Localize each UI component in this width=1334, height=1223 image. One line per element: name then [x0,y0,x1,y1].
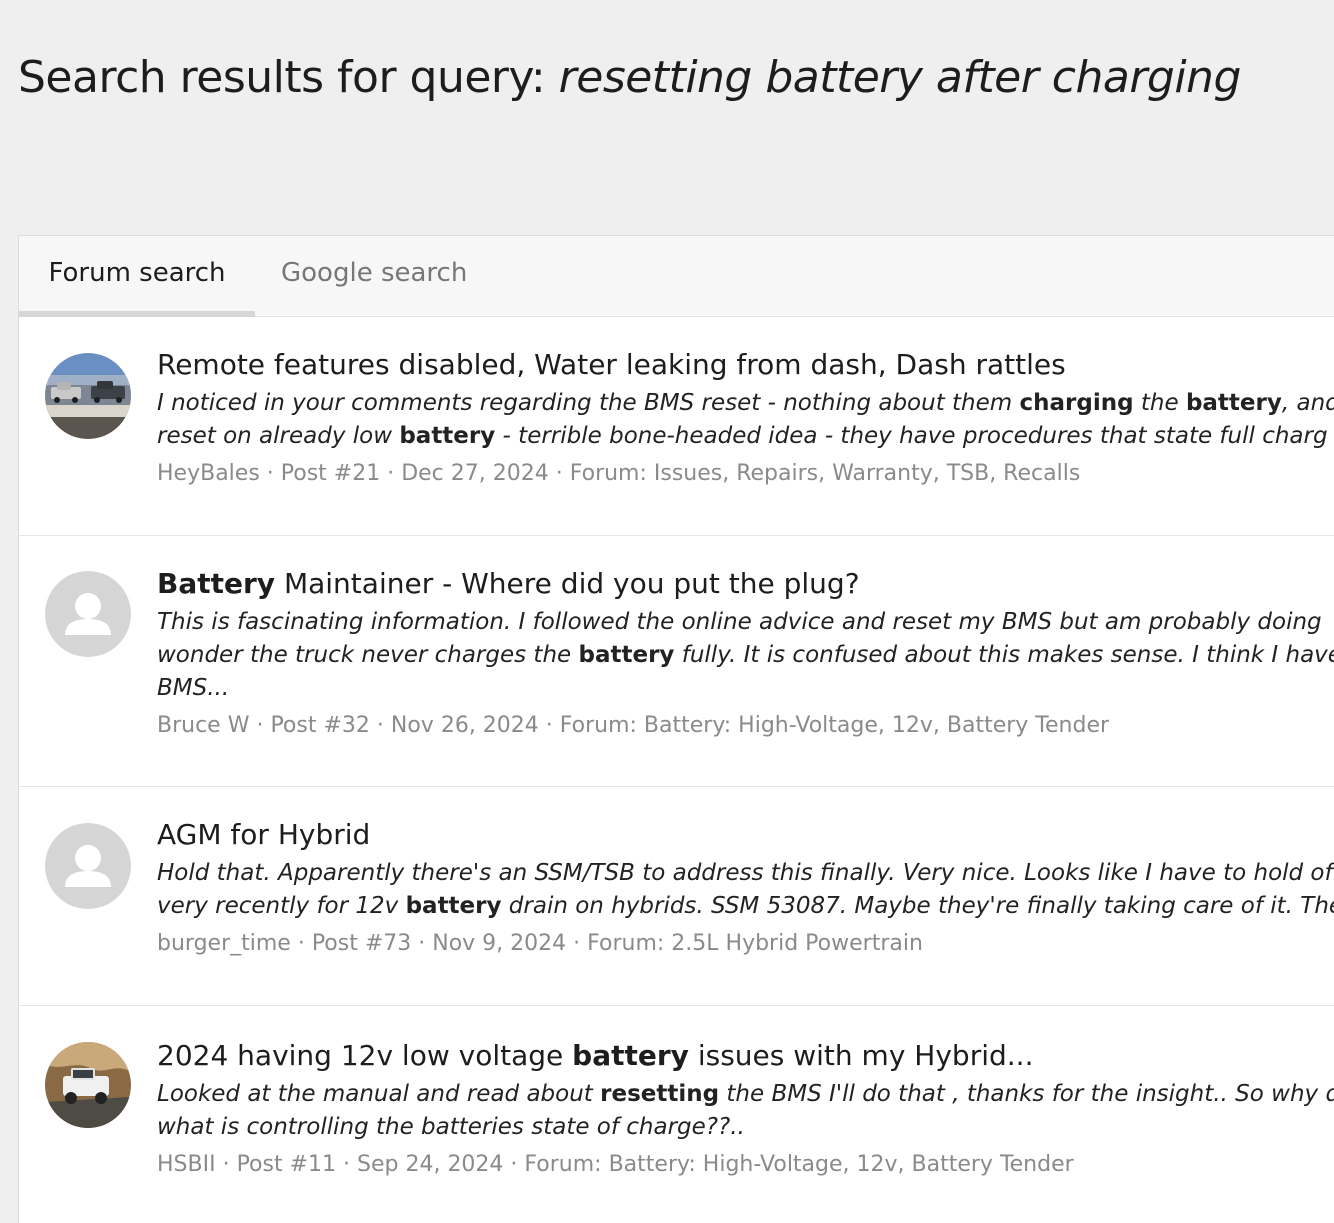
result-date: Nov 9, 2024 [432,931,566,956]
meta-separator: · [549,461,570,486]
result-item: 2024 having 12v low voltage battery issu… [19,1006,1334,1223]
text-segment: This is fascinating information. I follo… [157,609,1322,635]
result-post[interactable]: Post #32 [270,713,369,738]
result-snippet-line: Hold that. Apparently there's an SSM/TSB… [157,857,1334,890]
text-segment: , and [1282,390,1334,416]
result-meta: HeyBales · Post #21 · Dec 27, 2024 · For… [157,459,1334,489]
result-snippet-line: Looked at the manual and read about rese… [157,1078,1334,1111]
result-author[interactable]: Bruce W [157,713,249,738]
result-body: Battery Maintainer - Where did you put t… [157,566,1334,741]
page-title: Search results for query: resetting batt… [18,52,1241,103]
highlighted-term: battery [1186,390,1282,416]
meta-separator: · [291,931,312,956]
result-author[interactable]: HSBII [157,1152,216,1177]
result-post[interactable]: Post #73 [312,931,411,956]
search-query: resetting battery after charging [559,52,1241,103]
result-snippet-line: what is controlling the batteries state … [157,1111,1334,1144]
tab-forum-search-label: Forum search [48,258,225,288]
text-segment: Hold that. Apparently there's an SSM/TSB… [157,860,1334,886]
text-segment: issues with my Hybrid... [689,1039,1034,1072]
result-post[interactable]: Post #11 [237,1152,336,1177]
text-segment: 2024 having 12v low voltage [157,1039,572,1072]
result-snippet-line: very recently for 12v battery drain on h… [157,890,1334,923]
meta-separator: · [503,1152,524,1177]
result-body: 2024 having 12v low voltage battery issu… [157,1038,1334,1180]
meta-separator: · [380,461,401,486]
trucks-photo-icon [45,353,131,439]
text-segment: Looked at the manual and read about [157,1081,600,1107]
meta-separator: · [539,713,560,738]
result-forum[interactable]: Forum: Battery: High-Voltage, 12v, Batte… [560,713,1109,738]
text-segment: the [1134,390,1186,416]
result-title[interactable]: 2024 having 12v low voltage battery issu… [157,1038,1334,1074]
result-title[interactable]: Remote features disabled, Water leaking … [157,347,1334,383]
result-forum[interactable]: Forum: 2.5L Hybrid Powertrain [587,931,923,956]
text-segment: AGM for Hybrid [157,818,370,851]
highlighted-term: battery [572,1039,689,1072]
result-date: Dec 27, 2024 [401,461,549,486]
meta-separator: · [249,713,270,738]
result-author[interactable]: HeyBales [157,461,260,486]
search-results-panel: Forum search Google search [18,235,1334,1223]
result-snippet-line: reset on already low battery - terrible … [157,420,1334,453]
text-segment: Remote features disabled, Water leaking … [157,348,1066,381]
highlighted-term: resetting [600,1081,719,1107]
result-meta: HSBII · Post #11 · Sep 24, 2024 · Forum:… [157,1150,1334,1180]
meta-separator: · [370,713,391,738]
result-title[interactable]: Battery Maintainer - Where did you put t… [157,566,1334,602]
default-user-icon [45,571,131,657]
highlighted-term: Battery [157,567,275,600]
meta-separator: · [216,1152,237,1177]
title-prefix: Search results for query: [18,52,559,103]
result-date: Nov 26, 2024 [391,713,539,738]
default-user-icon [45,823,131,909]
text-segment: BMS... [157,675,229,701]
highlighted-term: battery [399,423,495,449]
text-segment: drain on hybrids. SSM 53087. Maybe they'… [502,893,1334,919]
tab-bar: Forum search Google search [19,236,1334,317]
avatar[interactable] [45,1042,131,1128]
avatar[interactable] [45,353,131,439]
highlighted-term: battery [579,642,675,668]
tab-google-search[interactable]: Google search [281,236,467,316]
result-snippet-line: BMS... [157,672,1334,705]
result-snippet-line: wonder the truck never charges the batte… [157,639,1334,672]
text-segment: what is controlling the batteries state … [157,1114,745,1140]
meta-separator: · [411,931,432,956]
result-forum[interactable]: Forum: Issues, Repairs, Warranty, TSB, R… [570,461,1081,486]
avatar[interactable] [45,823,131,909]
result-snippet-line: I noticed in your comments regarding the… [157,387,1334,420]
result-item: AGM for Hybrid Hold that. Apparently the… [19,787,1334,1006]
text-segment: the BMS I'll do that , thanks for the in… [719,1081,1334,1107]
text-segment: wonder the truck never charges the [157,642,579,668]
text-segment: very recently for 12v [157,893,406,919]
text-segment: fully. It is confused about this makes s… [674,642,1334,668]
result-date: Sep 24, 2024 [357,1152,503,1177]
result-meta: Bruce W · Post #32 · Nov 26, 2024 · Foru… [157,711,1334,741]
truck-desert-photo-icon [45,1042,131,1128]
result-body: AGM for Hybrid Hold that. Apparently the… [157,817,1334,959]
tab-forum-search[interactable]: Forum search [19,236,255,316]
result-post[interactable]: Post #21 [281,461,380,486]
meta-separator: · [336,1152,357,1177]
result-item: Remote features disabled, Water leaking … [19,317,1334,536]
result-item: Battery Maintainer - Where did you put t… [19,536,1334,787]
results-list: Remote features disabled, Water leaking … [19,317,1334,1223]
result-snippet-line: This is fascinating information. I follo… [157,606,1334,639]
result-meta: burger_time · Post #73 · Nov 9, 2024 · F… [157,929,1334,959]
text-segment: - terrible bone-headed idea - they have … [495,423,1327,449]
result-title[interactable]: AGM for Hybrid [157,817,1334,853]
result-forum[interactable]: Forum: Battery: High-Voltage, 12v, Batte… [524,1152,1073,1177]
result-author[interactable]: burger_time [157,931,291,956]
text-segment: I noticed in your comments regarding the… [157,390,1020,416]
highlighted-term: battery [406,893,502,919]
meta-separator: · [260,461,281,486]
text-segment: Maintainer - Where did you put the plug? [275,567,860,600]
result-body: Remote features disabled, Water leaking … [157,347,1334,489]
text-segment: reset on already low [157,423,399,449]
meta-separator: · [566,931,587,956]
avatar[interactable] [45,571,131,657]
tab-google-search-label: Google search [281,258,467,288]
highlighted-term: charging [1020,390,1134,416]
